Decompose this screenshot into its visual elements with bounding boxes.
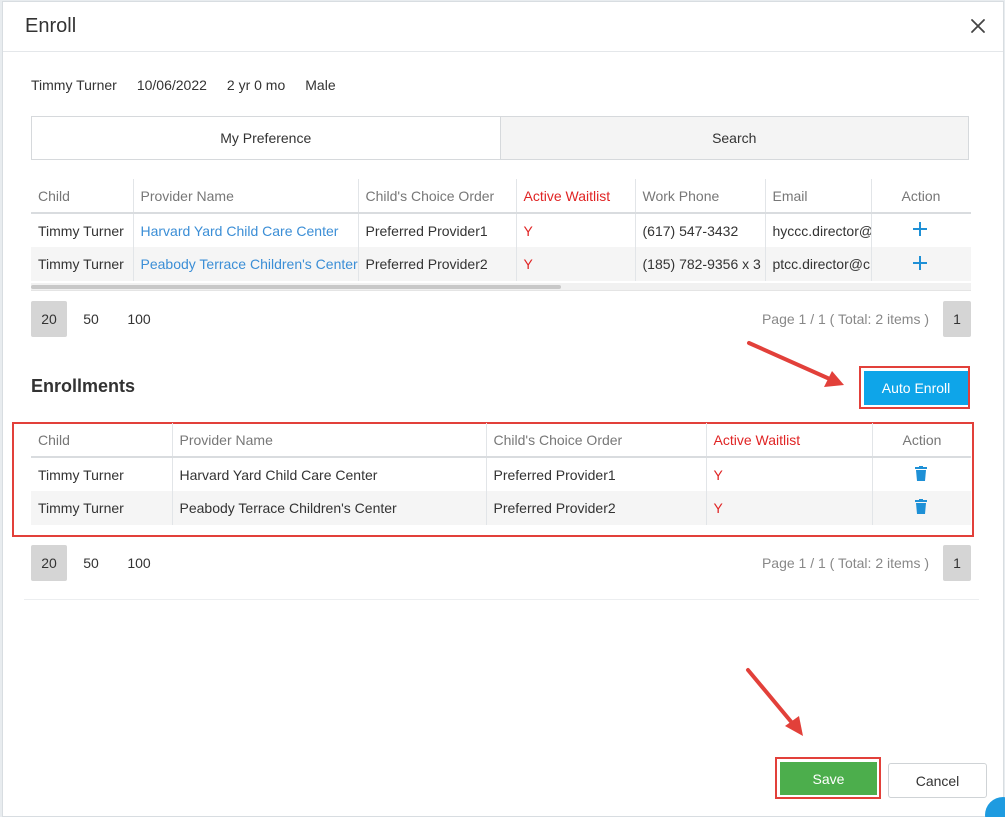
section-divider	[24, 599, 979, 600]
provider-link[interactable]: Peabody Terrace Children's Center	[132, 247, 358, 281]
page-size-100[interactable]: 100	[115, 301, 163, 337]
horizontal-scrollbar[interactable]	[31, 283, 971, 291]
page-info: Page 1 / 1 ( Total: 2 items )	[761, 311, 929, 327]
child-summary: Timmy Turner 10/06/2022 2 yr 0 mo Male	[31, 77, 336, 93]
enrollments-pager: 20 50 100 Page 1 / 1 ( Total: 2 items ) …	[31, 545, 971, 581]
cell-child: Timmy Turner	[38, 222, 124, 239]
save-button[interactable]: Save	[780, 762, 877, 795]
cell-email: hyccc.director@	[764, 213, 871, 247]
cell-choice-order: Preferred Provider2	[485, 491, 706, 525]
preference-table: Child Provider Name Child's Choice Order…	[31, 179, 971, 281]
tab-search[interactable]: Search	[499, 117, 968, 159]
col-choice-order[interactable]: Child's Choice Order	[485, 423, 706, 458]
child-gender: Male	[305, 77, 336, 93]
page-info: Page 1 / 1 ( Total: 2 items )	[761, 555, 929, 571]
col-work-phone[interactable]: Work Phone	[634, 179, 765, 214]
provider-link[interactable]: Harvard Yard Child Care Center	[132, 213, 358, 247]
table-row: Timmy Turner Peabody Terrace Children's …	[31, 247, 971, 281]
close-icon[interactable]	[967, 15, 989, 37]
table-row: Timmy Turner Peabody Terrace Children's …	[31, 491, 971, 525]
page-size-100[interactable]: 100	[115, 545, 163, 581]
cell-waitlist: Y	[515, 213, 635, 247]
page-number[interactable]: 1	[943, 545, 971, 581]
tab-my-preference[interactable]: My Preference	[32, 117, 500, 159]
cell-provider: Harvard Yard Child Care Center	[171, 457, 486, 491]
col-choice-order[interactable]: Child's Choice Order	[357, 179, 516, 214]
cell-child: Timmy Turner	[31, 247, 133, 281]
trash-icon[interactable]	[914, 465, 927, 484]
enrollments-header-row: Child Provider Name Child's Choice Order…	[31, 423, 971, 458]
enrollments-table: Child Provider Name Child's Choice Order…	[31, 423, 971, 525]
cell-waitlist: Y	[705, 457, 872, 491]
cell-choice-order: Preferred Provider2	[357, 247, 516, 281]
cell-action	[870, 247, 971, 281]
cell-action	[870, 213, 971, 247]
page-number[interactable]: 1	[943, 301, 971, 337]
preference-header-row: Child Provider Name Child's Choice Order…	[31, 179, 971, 214]
preference-table-container: Child Provider Name Child's Choice Order…	[31, 179, 971, 281]
cell-phone: (185) 782-9356 x 3	[634, 247, 765, 281]
col-provider-name[interactable]: Provider Name	[171, 423, 486, 458]
cell-choice-order: Preferred Provider1	[357, 213, 516, 247]
plus-icon[interactable]	[912, 255, 928, 274]
scrollbar-thumb[interactable]	[31, 285, 561, 289]
cell-action	[871, 457, 971, 491]
dialog-title: Enroll	[25, 15, 77, 37]
col-email[interactable]: Email	[764, 179, 871, 214]
cancel-button[interactable]: Cancel	[888, 763, 987, 798]
page-size-50[interactable]: 50	[73, 545, 109, 581]
cell-phone: (617) 547-3432	[634, 213, 765, 247]
cell-child: Timmy Turner	[31, 491, 172, 525]
col-active-waitlist[interactable]: Active Waitlist	[515, 179, 635, 214]
tab-bar: My Preference Search	[31, 116, 969, 160]
dialog-header: Enroll	[3, 2, 1003, 52]
table-row: Timmy Turner Harvard Yard Child Care Cen…	[31, 213, 971, 247]
page-size-20[interactable]: 20	[31, 545, 67, 581]
cell-choice-order: Preferred Provider1	[485, 457, 706, 491]
child-dob: 10/06/2022	[136, 77, 207, 93]
col-active-waitlist[interactable]: Active Waitlist	[705, 423, 872, 458]
col-action: Action	[870, 179, 971, 214]
cell-provider: Peabody Terrace Children's Center	[171, 491, 486, 525]
plus-icon[interactable]	[912, 222, 928, 240]
col-child[interactable]: Child	[31, 179, 133, 214]
col-action: Action	[871, 423, 971, 458]
child-age: 2 yr 0 mo	[226, 77, 286, 93]
cell-waitlist: Y	[515, 247, 635, 281]
col-provider-name[interactable]: Provider Name	[132, 179, 358, 214]
enrollments-title: Enrollments	[31, 376, 136, 396]
cell-action	[871, 491, 971, 525]
cell-email: ptcc.director@c	[764, 247, 871, 281]
enrollments-table-container: Child Provider Name Child's Choice Order…	[31, 423, 971, 525]
table-row: Timmy Turner Harvard Yard Child Care Cen…	[31, 457, 971, 491]
child-name: Timmy Turner	[31, 77, 117, 93]
page-size-20[interactable]: 20	[31, 301, 67, 337]
preference-pager: 20 50 100 Page 1 / 1 ( Total: 2 items ) …	[31, 301, 971, 337]
trash-icon[interactable]	[914, 499, 927, 517]
cell-waitlist: Y	[705, 491, 872, 525]
page-size-50[interactable]: 50	[73, 301, 109, 337]
cell-child: Timmy Turner	[38, 466, 124, 483]
col-child[interactable]: Child	[31, 423, 172, 458]
auto-enroll-button[interactable]: Auto Enroll	[864, 371, 968, 405]
